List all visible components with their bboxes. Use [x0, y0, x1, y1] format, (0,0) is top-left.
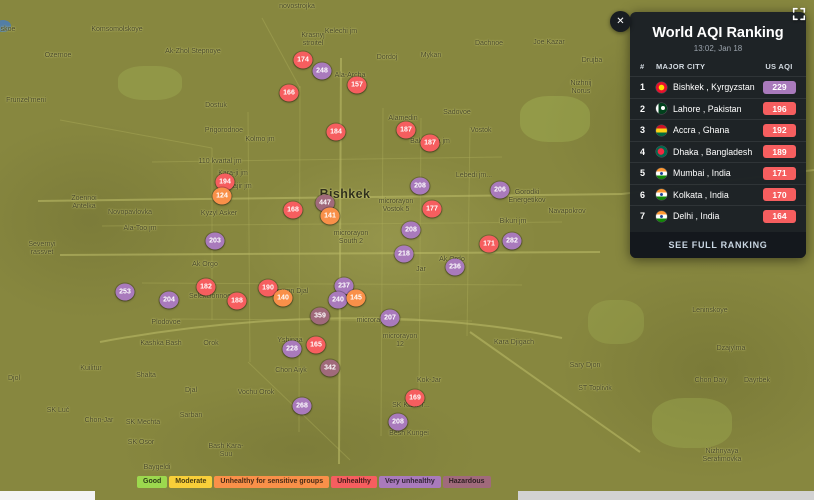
aqi-marker[interactable]: 141 [320, 207, 340, 225]
fullscreen-expand-button[interactable] [789, 4, 809, 24]
city-name: Accra , Ghana [673, 125, 730, 136]
city-name: Delhi , India [673, 211, 720, 222]
aqi-marker[interactable]: 207 [380, 309, 400, 327]
rank-number: 5 [640, 168, 646, 179]
aqi-marker[interactable]: 171 [479, 235, 499, 253]
city-name: Lahore , Pakistan [673, 103, 742, 114]
india-flag-icon [656, 210, 667, 222]
aqi-badge: 192 [763, 123, 796, 137]
ranking-rows: 1 Bishkek , Kyrgyzstan 229 2 Lahore , Pakist… [630, 76, 806, 227]
ranking-table-header: # MAJOR CITY US AQI [630, 53, 806, 76]
aqi-marker[interactable]: 228 [282, 340, 302, 358]
fullscreen-expand-icon [792, 7, 806, 21]
panel-timestamp: 13:02, Jan 18 [693, 44, 743, 53]
aqi-marker[interactable]: 184 [326, 123, 346, 141]
aqi-marker[interactable]: 177 [422, 200, 442, 218]
ranking-row[interactable]: 2 Lahore , Pakistan 196 [630, 97, 806, 120]
city-name: Dhaka , Bangladesh [673, 146, 753, 157]
city-name: Bishkek , Kyrgyzstan [673, 82, 755, 93]
aqi-marker[interactable]: 208 [410, 177, 430, 195]
legend-item-very_unhealthy: Very unhealthy [378, 476, 441, 488]
aqi-badge: 189 [763, 145, 796, 159]
ranking-row[interactable]: 5 Mumbai , India 171 [630, 162, 806, 184]
see-full-ranking-button[interactable]: SEE FULL RANKING [630, 231, 806, 258]
legend-item-hazardous: Hazardous [442, 476, 491, 488]
city-name: Mumbai , India [673, 168, 731, 179]
column-major-city: MAJOR CITY [656, 62, 706, 71]
aqi-marker[interactable]: 208 [388, 413, 408, 431]
aqi-marker[interactable]: 282 [502, 232, 522, 250]
aqi-marker[interactable]: 206 [490, 181, 510, 199]
legend-item-unhealthy: Unhealthy [331, 476, 377, 488]
rank-number: 2 [640, 103, 646, 114]
aqi-marker[interactable]: 203 [205, 232, 225, 250]
column-rank: # [640, 62, 645, 71]
legend-item-moderate: Moderate [169, 476, 213, 488]
aqi-badge: 196 [763, 102, 796, 116]
rank-number: 4 [640, 146, 646, 157]
aqi-marker[interactable]: 268 [292, 397, 312, 415]
aqi-marker[interactable]: 169 [405, 389, 425, 407]
aqi-marker[interactable]: 145 [346, 289, 366, 307]
aqi-marker[interactable]: 140 [273, 289, 293, 307]
aqi-badge: 164 [763, 209, 796, 223]
aqi-marker[interactable]: 187 [420, 134, 440, 152]
legend-item-usg: Unhealthy for sensitive groups [214, 476, 330, 488]
aqi-marker[interactable]: 208 [401, 221, 421, 239]
aqi-marker[interactable]: 236 [445, 258, 465, 276]
ranking-row[interactable]: 4 Dhaka , Bangladesh 189 [630, 140, 806, 163]
aqi-badge: 171 [763, 166, 796, 180]
bangladesh-flag-icon [656, 146, 667, 158]
india-flag-icon [656, 189, 667, 201]
world-aqi-ranking-panel: World AQI Ranking 13:02, Jan 18 # MAJOR … [630, 12, 806, 258]
pakistan-flag-icon [656, 103, 667, 115]
rank-number: 3 [640, 125, 646, 136]
aqi-marker[interactable]: 342 [320, 359, 340, 377]
aqi-marker[interactable]: 187 [396, 121, 416, 139]
close-panel-button[interactable]: ✕ [610, 11, 631, 32]
aqi-badge: 170 [763, 188, 796, 202]
panel-title: World AQI Ranking [652, 25, 784, 41]
aqi-marker[interactable]: 359 [310, 307, 330, 325]
legend-item-good: Good [137, 476, 168, 488]
rank-number: 1 [640, 82, 646, 93]
aqi-legend: Good Moderate Unhealthy for sensitive grou… [137, 476, 491, 488]
ranking-row[interactable]: 3 Accra , Ghana 192 [630, 119, 806, 141]
aqi-badge: 229 [763, 80, 796, 94]
aqi-marker[interactable]: 157 [347, 76, 367, 94]
aqi-marker[interactable]: 165 [306, 336, 326, 354]
aqi-marker[interactable]: 182 [196, 278, 216, 296]
aqi-marker[interactable]: 124 [212, 187, 232, 205]
aqi-marker[interactable]: 174 [293, 51, 313, 69]
aqi-marker[interactable]: 240 [328, 291, 348, 309]
rank-number: 6 [640, 189, 646, 200]
kyrgyzstan-flag-icon [656, 81, 667, 93]
aqi-marker[interactable]: 253 [115, 283, 135, 301]
bottom-white-bar [0, 491, 95, 500]
rank-number: 7 [640, 211, 646, 222]
aqi-marker[interactable]: 188 [227, 292, 247, 310]
ranking-row[interactable]: 1 Bishkek , Kyrgyzstan 229 [630, 76, 806, 98]
city-name: Kolkata , India [673, 189, 729, 200]
india-flag-icon [656, 167, 667, 179]
column-us-aqi: US AQI [765, 62, 793, 71]
aqi-marker[interactable]: 168 [283, 201, 303, 219]
horizontal-scrollbar[interactable] [518, 491, 814, 500]
close-icon: ✕ [616, 16, 625, 27]
aqi-marker[interactable]: 166 [279, 84, 299, 102]
aqi-marker[interactable]: 248 [312, 62, 332, 80]
ranking-row[interactable]: 6 Kolkata , India 170 [630, 183, 806, 206]
ghana-flag-icon [656, 124, 667, 136]
aqi-marker[interactable]: 218 [394, 245, 414, 263]
ranking-row[interactable]: 7 Delhi , India 164 [630, 205, 806, 227]
aqi-marker[interactable]: 204 [159, 291, 179, 309]
